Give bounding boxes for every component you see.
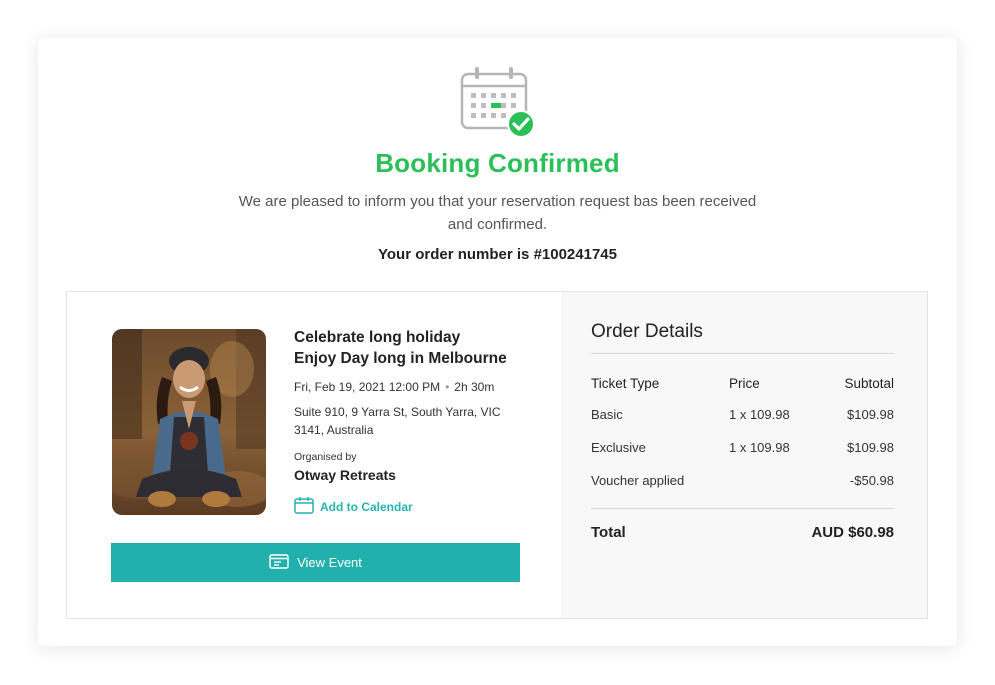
ticket-type: Basic bbox=[591, 407, 623, 422]
ticket-subtotal: $109.98 bbox=[847, 440, 894, 455]
total-label: Total bbox=[591, 524, 626, 541]
order-details: Order Details Ticket Type Price Subtotal… bbox=[561, 292, 927, 618]
column-header-subtotal: Subtotal bbox=[844, 376, 894, 391]
ticket-price: 1 x 109.98 bbox=[729, 440, 790, 455]
event-summary: Celebrate long holiday Enjoy Day long in… bbox=[67, 292, 561, 618]
add-to-calendar-link[interactable]: Add to Calendar bbox=[294, 496, 413, 517]
table-row: Basic 1 x 109.98 $109.98 bbox=[591, 407, 894, 425]
separator-dot: • bbox=[445, 380, 450, 394]
column-header-price: Price bbox=[729, 376, 760, 391]
order-details-title: Order Details bbox=[591, 321, 703, 342]
table-row: Voucher applied -$50.98 bbox=[591, 473, 894, 491]
calendar-icon bbox=[294, 496, 314, 517]
divider bbox=[591, 353, 894, 354]
event-title: Celebrate long holiday Enjoy Day long in… bbox=[294, 327, 507, 369]
table-header: Ticket Type Price Subtotal bbox=[591, 376, 894, 394]
table-row: Exclusive 1 x 109.98 $109.98 bbox=[591, 440, 894, 458]
add-to-calendar-label: Add to Calendar bbox=[320, 499, 413, 514]
organiser-name: Otway Retreats bbox=[294, 467, 396, 483]
event-address: Suite 910, 9 Yarra St, South Yarra, VIC … bbox=[294, 405, 501, 437]
ticket-subtotal: $109.98 bbox=[847, 407, 894, 422]
view-event-label: View Event bbox=[297, 555, 362, 570]
event-date: Fri, Feb 19, 2021 12:00 PM bbox=[294, 380, 441, 394]
event-title-line2: Enjoy Day long in Melbourne bbox=[294, 350, 507, 367]
view-event-button[interactable]: View Event bbox=[111, 543, 520, 582]
organiser-label: Organised by bbox=[294, 451, 357, 463]
order-number: Your order number is #100241745 bbox=[377, 246, 617, 263]
ticket-price: 1 x 109.98 bbox=[729, 407, 790, 422]
event-datetime: Fri, Feb 19, 2021 12:00 PM • 2h 30m bbox=[294, 380, 494, 394]
divider bbox=[591, 508, 894, 509]
ticket-type: Exclusive bbox=[591, 440, 646, 455]
confirmation-card: Booking Confirmed We are pleased to info… bbox=[38, 38, 957, 646]
calendar-check-icon bbox=[460, 66, 538, 140]
page-title: Booking Confirmed bbox=[375, 148, 620, 178]
voucher-label: Voucher applied bbox=[591, 473, 685, 488]
event-duration: 2h 30m bbox=[454, 380, 495, 394]
total-value: AUD $60.98 bbox=[811, 524, 894, 541]
confirmation-message: We are pleased to inform you that your r… bbox=[238, 193, 757, 233]
column-header-ticket-type: Ticket Type bbox=[591, 376, 660, 391]
event-image bbox=[112, 329, 266, 515]
event-title-line1: Celebrate long holiday bbox=[294, 329, 461, 346]
voucher-amount: -$50.98 bbox=[849, 473, 894, 488]
booking-details: Celebrate long holiday Enjoy Day long in… bbox=[66, 291, 928, 619]
ticket-icon bbox=[269, 553, 289, 572]
